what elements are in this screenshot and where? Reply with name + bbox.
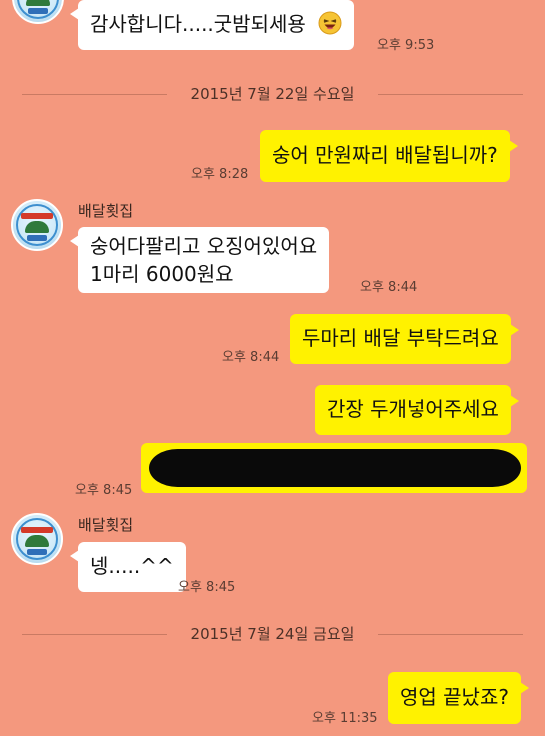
date-separator: 2015년 7월 24일 금요일 (0, 624, 545, 644)
date-label: 2015년 7월 24일 금요일 (190, 625, 355, 643)
incoming-message[interactable]: 넹.....^^ (70, 542, 186, 592)
laughing-face-icon (318, 11, 342, 42)
incoming-message[interactable]: 숭어다팔리고 오징어있어요 1마리 6000원요 (69, 227, 330, 293)
avatar[interactable] (11, 199, 63, 251)
outgoing-message[interactable]: 간장 두개넣어주세요 (315, 385, 519, 435)
avatar[interactable] (11, 513, 63, 565)
avatar-base (27, 549, 47, 555)
message-text: 영업 끝났죠? (400, 685, 509, 709)
message-text: 감사합니다.....굿밤되세용 (90, 12, 306, 36)
message-time: 오후 8:28 (191, 167, 249, 182)
incoming-message[interactable]: 감사합니다.....굿밤되세용 (69, 0, 355, 50)
message-time: 오후 11:35 (312, 711, 378, 726)
avatar-base (28, 8, 48, 14)
avatar-island (26, 0, 50, 6)
date-label: 2015년 7월 22일 수요일 (190, 85, 355, 103)
redaction-mark (149, 449, 521, 487)
message-time: 오후 9:53 (377, 38, 435, 53)
outgoing-message[interactable]: 두마리 배달 부탁드려요 (290, 314, 519, 364)
message-text: 숭어 만원짜리 배달됩니까? (272, 143, 498, 167)
message-text-line: 숭어다팔리고 오징어있어요 (90, 234, 318, 258)
sender-name: 배달횟집 (78, 202, 134, 220)
message-time: 오후 8:45 (75, 483, 133, 498)
message-time: 오후 8:45 (178, 580, 236, 595)
outgoing-message[interactable]: 영업 끝났죠? (388, 672, 529, 724)
message-text: 두마리 배달 부탁드려요 (302, 326, 499, 350)
message-text-line: 1마리 6000원요 (90, 262, 234, 286)
message-text: 넹.....^^ (90, 554, 174, 578)
message-time: 오후 8:44 (360, 280, 418, 295)
outgoing-message[interactable]: 숭어 만원짜리 배달됩니까? (260, 130, 518, 182)
sender-name: 배달횟집 (78, 516, 134, 534)
date-separator: 2015년 7월 22일 수요일 (0, 84, 545, 104)
redacted-message[interactable] (141, 443, 527, 493)
message-time: 오후 8:44 (222, 350, 280, 365)
avatar-base (27, 235, 47, 241)
avatar-banner (21, 527, 53, 533)
avatar-island (25, 221, 49, 233)
avatar[interactable] (12, 0, 64, 24)
avatar-island (25, 535, 49, 547)
message-text: 간장 두개넣어주세요 (327, 397, 499, 421)
avatar-banner (21, 213, 53, 219)
